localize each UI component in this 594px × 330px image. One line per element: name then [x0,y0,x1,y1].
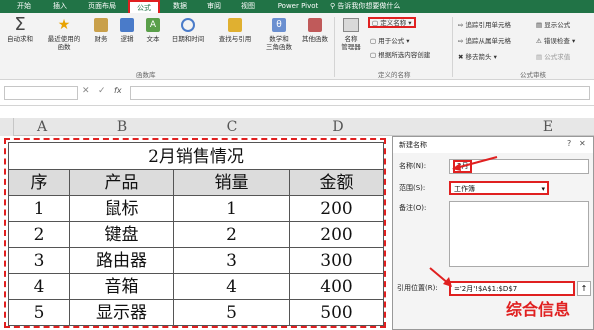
arrowhead [452,163,461,171]
arrowhead [443,277,452,287]
arrow-to-name-field [455,156,498,169]
watermark-logo: 综合信息 [506,300,571,319]
annotation-arrows [429,156,498,287]
